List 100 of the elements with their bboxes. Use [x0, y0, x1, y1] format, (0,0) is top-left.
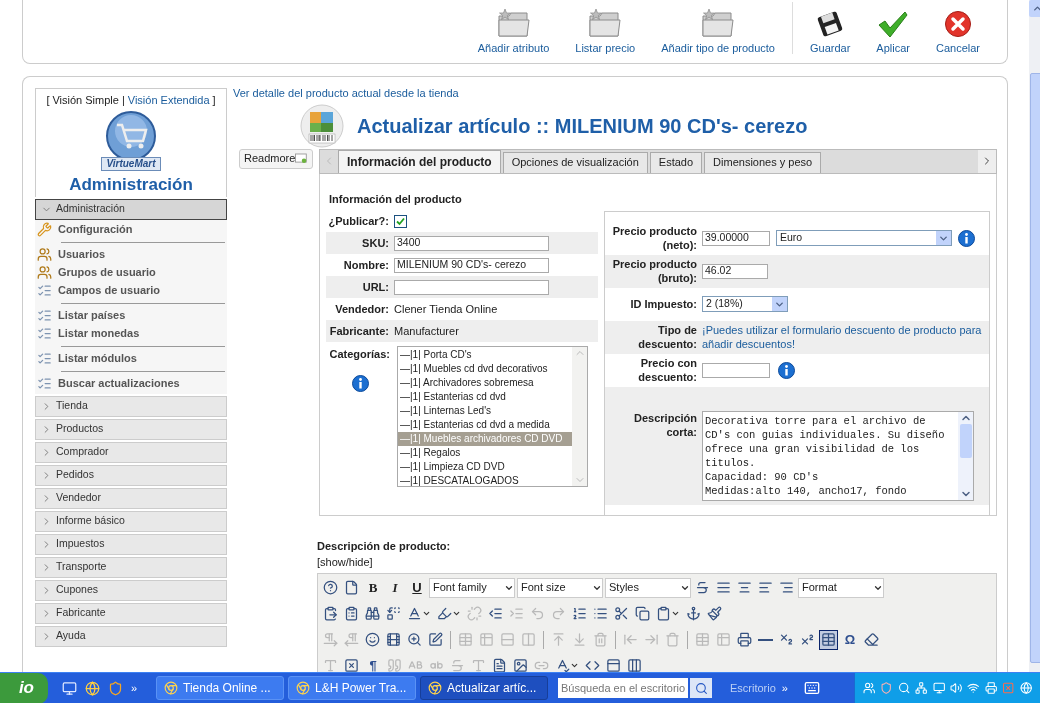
table-icon — [821, 632, 836, 647]
toolbar-button[interactable]: Aplicar — [863, 9, 923, 56]
toolbar-button[interactable]: Añadir tipo de producto — [648, 7, 788, 56]
menu-item[interactable]: Listar monedas — [58, 325, 140, 342]
desktop-label[interactable]: Escritorio — [730, 679, 776, 697]
text-style-icon — [323, 658, 338, 672]
scrollbar[interactable] — [958, 411, 973, 500]
toolbar-button[interactable]: Añadir atributo — [464, 7, 563, 56]
search-button[interactable] — [690, 678, 712, 698]
menu-section-header[interactable]: Pedidos — [35, 464, 227, 486]
menu-section-header[interactable]: Administración — [35, 198, 227, 220]
toolbar-button[interactable]: Cancelar — [922, 9, 993, 56]
menu-item[interactable]: Configuración — [58, 221, 133, 238]
wifi-icon[interactable] — [967, 681, 980, 695]
show-hide-link[interactable]: [show/hide] — [317, 554, 997, 571]
toolbar-button[interactable]: Listar precio — [562, 7, 649, 56]
insert-above-icon — [551, 632, 566, 647]
shield-icon[interactable] — [108, 680, 123, 696]
category-option[interactable]: —|1| Regalos — [398, 446, 572, 460]
category-option[interactable]: —|1| Estanterias cd dvd a medida — [398, 418, 572, 432]
menu-section-header[interactable]: Productos — [35, 418, 227, 440]
chevron-text[interactable]: » — [781, 679, 788, 697]
field-value: Clener Tienda Online — [394, 301, 498, 317]
format-button[interactable]: B — [363, 577, 383, 598]
monitor-icon[interactable] — [932, 681, 946, 695]
field-label: Precio con descuento: — [637, 356, 698, 384]
tab[interactable]: Dimensiones y peso — [704, 151, 822, 173]
text-field[interactable]: MILENIUM 90 CD's- cerezo — [394, 257, 549, 273]
menu-item[interactable]: Grupos de usuario — [58, 264, 156, 281]
speaker-icon[interactable] — [950, 681, 963, 695]
store-link[interactable]: Ver detalle del producto actual desde la tienda — [233, 85, 997, 102]
caret-icon — [570, 661, 579, 670]
category-option[interactable]: —|1| Linternas Led's — [398, 404, 572, 418]
smiley-icon — [365, 632, 380, 647]
tab[interactable]: Estado — [649, 151, 703, 173]
format-button[interactable]: I — [385, 577, 405, 598]
taskbar-button[interactable]: L&H Power Tra... — [288, 676, 416, 700]
dropdown[interactable]: 2 (18%) — [702, 296, 788, 312]
menu-item[interactable]: Campos de usuario — [58, 282, 161, 299]
category-option[interactable]: —|1| Limpieza CD DVD — [398, 460, 572, 474]
extended-view-link[interactable]: Visión Extendida — [127, 92, 210, 109]
text-field[interactable]: 3400 — [394, 235, 549, 251]
category-option[interactable]: —|1| Muebles cd dvd decorativos — [398, 362, 572, 376]
editor-dropdown[interactable]: Styles — [605, 577, 691, 598]
toolbar-button[interactable]: Guardar — [797, 9, 864, 56]
scroll-up-icon[interactable] — [1032, 3, 1040, 14]
text-field[interactable] — [702, 362, 770, 378]
format-button[interactable]: U — [407, 577, 427, 598]
editor-dropdown[interactable]: Font family — [429, 577, 515, 598]
checkbox[interactable] — [394, 214, 407, 228]
category-option[interactable]: —|1| DESCATALOGADOS — [398, 474, 572, 488]
category-option[interactable]: —|1| Estanterias cd dvd — [398, 390, 572, 404]
tab[interactable]: Opciones de visualización — [502, 151, 648, 173]
keyboard-icon[interactable] — [803, 680, 820, 696]
menu-item[interactable]: Listar módulos — [58, 350, 137, 367]
monitor-icon[interactable] — [62, 680, 77, 696]
taskbar-button[interactable]: Actualizar artíc... — [420, 676, 548, 700]
menu-section-header[interactable]: Tienda — [35, 395, 227, 417]
menu-section-header[interactable]: Transporte — [35, 556, 227, 578]
menu-item[interactable]: Listar países — [58, 307, 126, 324]
menu-section-header[interactable]: Vendedor — [35, 487, 227, 509]
chevron-text[interactable]: » — [131, 679, 138, 697]
info-icon — [958, 229, 975, 247]
text-field[interactable] — [394, 279, 549, 295]
readmore-button[interactable]: Readmore — [239, 148, 313, 169]
start-button[interactable]: io — [0, 672, 48, 703]
tab-scroll-right-button[interactable] — [978, 149, 996, 173]
menu-item[interactable]: Buscar actualizaciones — [58, 375, 180, 392]
menu-section-header[interactable]: Comprador — [35, 441, 227, 463]
menu-section-header[interactable]: Ayuda — [35, 625, 227, 647]
menu-section-header[interactable]: Impuestos — [35, 533, 227, 555]
taskbar-button[interactable]: Tienda Online ... — [156, 676, 284, 700]
users-icon[interactable] — [863, 681, 876, 695]
editor-dropdown[interactable]: Format — [798, 577, 884, 598]
editor-button[interactable] — [819, 629, 838, 650]
format-button[interactable]: ¶ — [363, 655, 383, 672]
desktop-search-field[interactable]: Búsqueda en el escritorio — [558, 678, 688, 698]
text-field[interactable]: 39.00000 — [702, 230, 770, 246]
table-icon — [716, 632, 731, 647]
field-label: Precio producto (bruto): — [611, 257, 698, 285]
menu-section-header[interactable]: Fabricante — [35, 602, 227, 624]
category-option[interactable]: —|1| Porta CD's — [398, 348, 572, 362]
editor-dropdown[interactable]: Font size — [517, 577, 603, 598]
category-list[interactable] — [397, 346, 588, 487]
network-icon[interactable] — [915, 681, 928, 695]
tab[interactable]: Información del producto — [338, 149, 501, 173]
menu-section-header[interactable]: Informe básico — [35, 510, 227, 532]
text-field[interactable]: 46.02 — [702, 263, 768, 279]
format-button[interactable]: Ω — [840, 629, 860, 650]
menu-section-header[interactable]: Cupones — [35, 579, 227, 601]
discount-link[interactable]: ¡Puedes utilizar el formulario descuento de producto para añadir descuentos! — [702, 323, 989, 351]
dropdown[interactable]: Euro — [776, 230, 952, 246]
category-option[interactable]: —|1| Archivadores sobremesa — [398, 376, 572, 390]
globe-icon[interactable] — [85, 680, 100, 696]
short-description-field[interactable]: Decorativa torre para el archivo de CD's con guias individuales. Su diseño ofrece una gran visibilidad de los titulos. Capacidad: 90 CD's Medidas:alto 140, ancho17, fondo — [702, 410, 974, 501]
menu-item[interactable]: Usuarios — [58, 246, 106, 263]
table-icon — [695, 632, 710, 647]
printer-icon[interactable] — [984, 681, 998, 695]
search-icon[interactable] — [897, 681, 911, 695]
page-title: Actualizar artículo :: MILENIUM 90 CD's- cerezo — [357, 113, 808, 139]
